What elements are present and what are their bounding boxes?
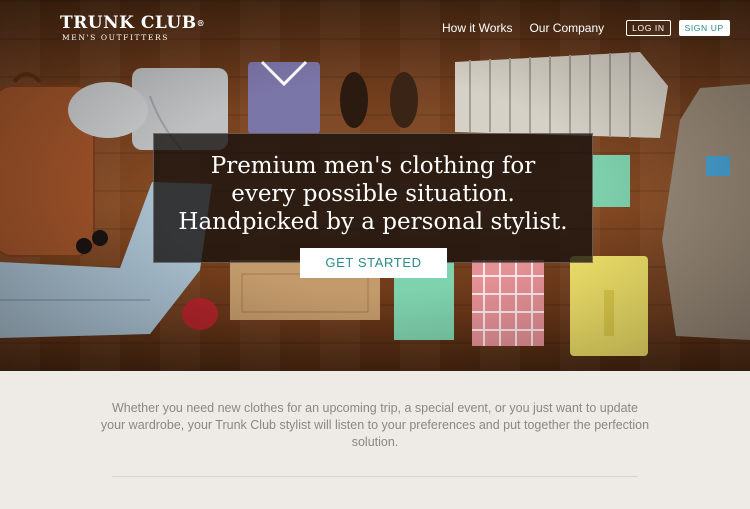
gingham-shirt-icon xyxy=(472,260,544,346)
section-divider xyxy=(112,476,638,477)
page: TRUNK CLUB® MEN'S OUTFITTERS How it Work… xyxy=(0,0,750,509)
nav-our-company[interactable]: Our Company xyxy=(529,21,604,35)
registered-mark: ® xyxy=(196,18,206,28)
headline-line-1: Premium men's clothing for xyxy=(210,153,536,179)
striped-pants-icon xyxy=(455,52,668,138)
hero-headline: Premium men's clothing for every possibl… xyxy=(154,152,592,236)
logo-subtitle: MEN'S OUTFITTERS xyxy=(62,33,169,42)
logo[interactable]: TRUNK CLUB® MEN'S OUTFITTERS xyxy=(60,14,205,42)
headline-line-2: every possible situation. xyxy=(231,181,515,207)
intro-text: Whether you need new clothes for an upco… xyxy=(100,401,650,449)
plaid-shirt-icon xyxy=(248,60,320,134)
login-button[interactable]: LOG IN xyxy=(626,20,671,36)
yellow-polo-icon xyxy=(570,256,648,356)
headline-line-3: Handpicked by a personal stylist. xyxy=(178,209,568,235)
shoes-icon xyxy=(340,72,418,128)
nav-how-it-works[interactable]: How it Works xyxy=(442,21,512,35)
blazer-icon xyxy=(662,84,750,340)
signup-button[interactable]: SIGN UP xyxy=(678,20,730,36)
red-tie-icon xyxy=(182,298,218,330)
get-started-button[interactable]: GET STARTED xyxy=(300,248,447,278)
hero-section: TRUNK CLUB® MEN'S OUTFITTERS How it Work… xyxy=(0,0,750,371)
logo-title: TRUNK CLUB® xyxy=(60,13,206,33)
hero-overlay-panel: Premium men's clothing for every possibl… xyxy=(153,133,593,263)
top-nav: How it Works Our Company LOG IN SIGN UP xyxy=(442,20,730,36)
